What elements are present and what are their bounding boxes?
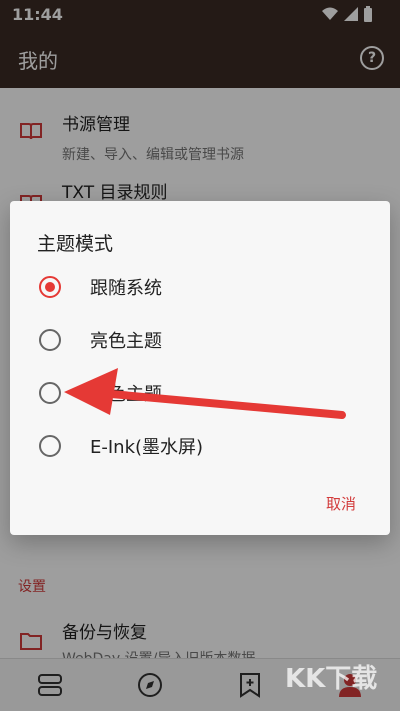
option-light-theme[interactable]: 亮色主题 (10, 315, 390, 365)
radio-checked[interactable] (39, 276, 61, 298)
theme-mode-dialog: 主题模式 跟随系统 亮色主题 暗色主题 E-Ink(墨水屏) 取消 (10, 201, 390, 535)
option-label: 跟随系统 (90, 278, 162, 299)
radio-unchecked[interactable] (39, 329, 61, 351)
radio-unchecked[interactable] (39, 382, 61, 404)
cancel-button[interactable]: 取消 (326, 493, 356, 514)
radio-unchecked[interactable] (39, 435, 61, 457)
option-label: 亮色主题 (90, 331, 162, 352)
option-follow-system[interactable]: 跟随系统 (10, 262, 390, 312)
watermark-logo: KK下载 (285, 664, 378, 694)
option-eink[interactable]: E-Ink(墨水屏) (10, 421, 390, 471)
option-label: E-Ink(墨水屏) (90, 437, 204, 458)
option-label: 暗色主题 (90, 384, 162, 405)
dialog-title: 主题模式 (37, 233, 114, 255)
option-dark-theme[interactable]: 暗色主题 (10, 368, 390, 418)
